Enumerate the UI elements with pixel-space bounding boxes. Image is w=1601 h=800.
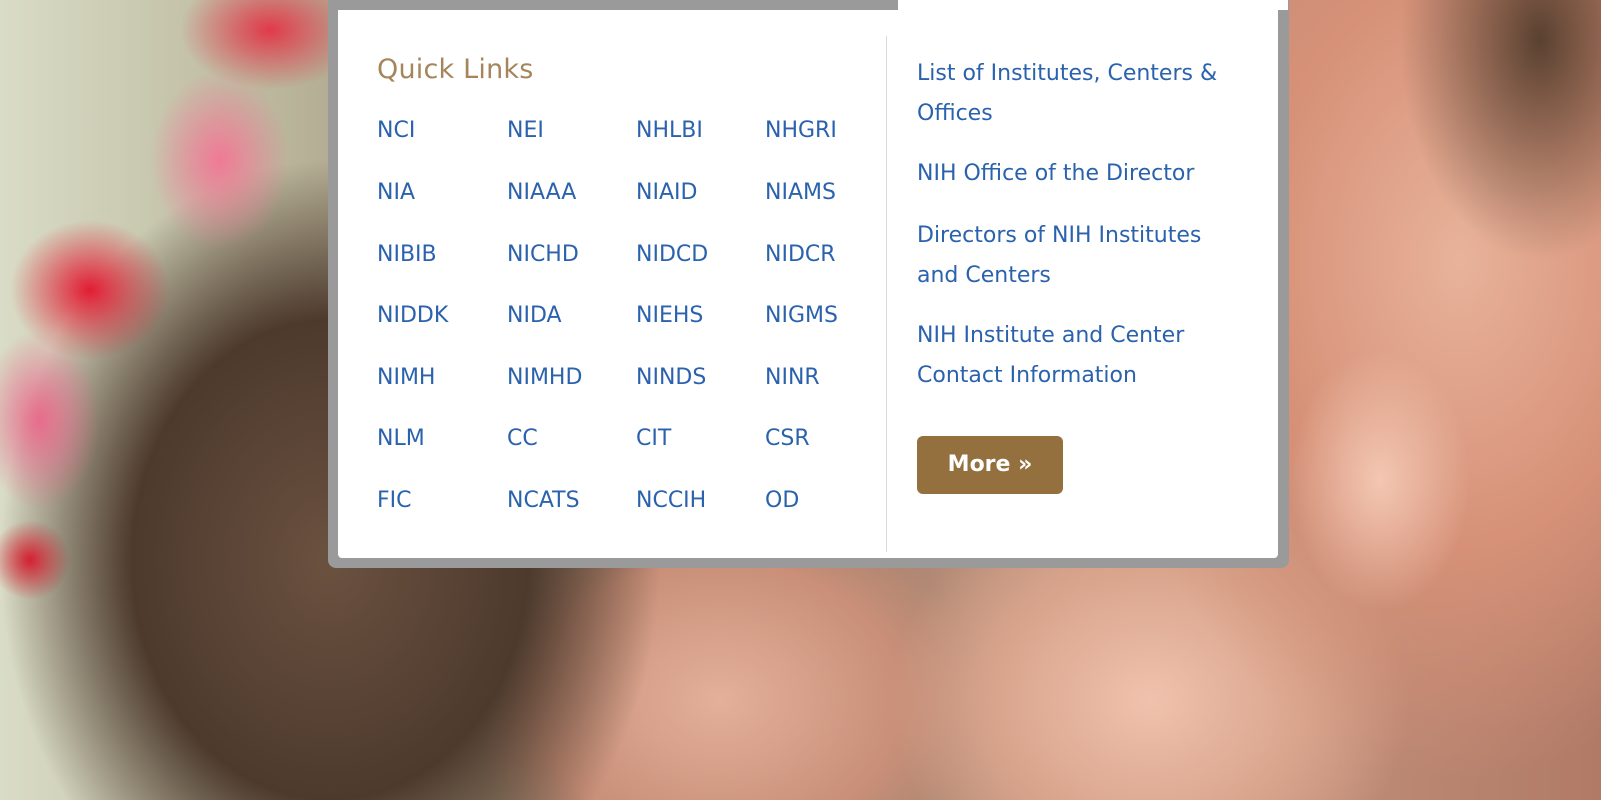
related-link-ico-list[interactable]: List of Institutes, Centers & Offices: [917, 54, 1247, 134]
institute-link[interactable]: CIT: [636, 426, 671, 451]
quick-links-title: Quick Links: [377, 54, 534, 85]
institute-link[interactable]: CC: [507, 426, 538, 451]
more-button[interactable]: More »: [917, 436, 1063, 494]
column-divider: [886, 36, 887, 552]
related-link-ic-directors[interactable]: Directors of NIH Institutes and Centers: [917, 216, 1217, 296]
institute-link[interactable]: FIC: [377, 488, 412, 513]
background-hand: [1290, 350, 1470, 610]
quick-links-panel: Quick Links NCI NEI NHLBI NHGRI NIA NIAA…: [328, 0, 1289, 568]
institute-link[interactable]: NICHD: [507, 242, 579, 267]
institute-link[interactable]: CSR: [765, 426, 810, 451]
institute-link[interactable]: NIBIB: [377, 242, 437, 267]
institute-link[interactable]: NINR: [765, 365, 820, 390]
institute-link[interactable]: NIDCD: [636, 242, 708, 267]
background-hair: [1380, 0, 1601, 260]
institute-link[interactable]: NIDCR: [765, 242, 836, 267]
institute-link[interactable]: NIMH: [377, 365, 435, 390]
related-link-contact-info[interactable]: NIH Institute and Center Contact Informa…: [917, 316, 1247, 396]
panel-tab-connector: [898, 0, 1288, 10]
institute-link[interactable]: NIAMS: [765, 180, 836, 205]
institute-link[interactable]: NINDS: [636, 365, 706, 390]
institute-link[interactable]: NIDDK: [377, 303, 448, 328]
institute-link[interactable]: NCI: [377, 118, 415, 143]
institute-link[interactable]: NLM: [377, 426, 425, 451]
related-link-office-director[interactable]: NIH Office of the Director: [917, 154, 1257, 194]
institute-link[interactable]: OD: [765, 488, 799, 513]
institute-link[interactable]: NEI: [507, 118, 544, 143]
institute-link[interactable]: NIGMS: [765, 303, 838, 328]
institute-link[interactable]: NCATS: [507, 488, 580, 513]
institute-link[interactable]: NIAAA: [507, 180, 576, 205]
quick-links-panel-body: Quick Links NCI NEI NHLBI NHGRI NIA NIAA…: [338, 0, 1288, 558]
institute-link[interactable]: NIDA: [507, 303, 562, 328]
institute-link[interactable]: NHGRI: [765, 118, 837, 143]
institute-link[interactable]: NIEHS: [636, 303, 703, 328]
related-links: List of Institutes, Centers & Offices NI…: [917, 54, 1267, 396]
institute-link[interactable]: NCCIH: [636, 488, 706, 513]
institute-link[interactable]: NHLBI: [636, 118, 703, 143]
institute-link[interactable]: NIAID: [636, 180, 697, 205]
institute-link[interactable]: NIA: [377, 180, 415, 205]
institute-link[interactable]: NIMHD: [507, 365, 582, 390]
